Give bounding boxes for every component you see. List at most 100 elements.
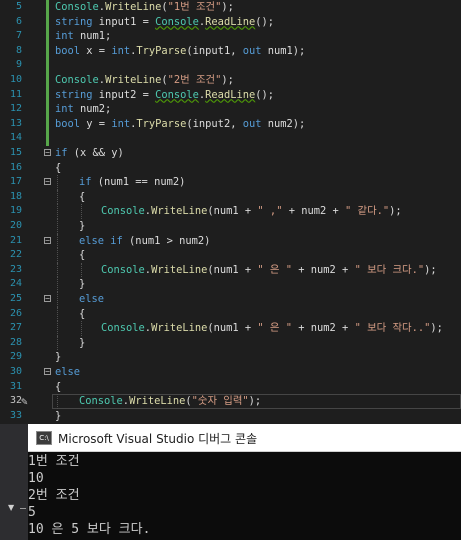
code-text[interactable]: Console.WriteLine("2번 조건");: [55, 73, 234, 88]
code-text[interactable]: Console.WriteLine(num1 + " 은 " + num2 + …: [101, 321, 443, 336]
console-line: 1번 조건: [28, 454, 80, 469]
code-line[interactable]: 12 int num2;: [0, 102, 461, 117]
collapse-icon[interactable]: −: [44, 178, 51, 186]
code-line[interactable]: 11 string input2 = Console.ReadLine();: [0, 87, 461, 103]
code-line[interactable]: 10 Console.WriteLine("2번 조건");: [0, 73, 461, 88]
code-line[interactable]: 28}: [0, 335, 461, 351]
code-text[interactable]: string input2 = Console.ReadLine();: [55, 88, 274, 103]
code-text[interactable]: {: [55, 161, 61, 176]
code-text[interactable]: else if (num1 > num2): [79, 234, 210, 249]
code-text[interactable]: }: [55, 409, 61, 423]
code-text[interactable]: }: [79, 277, 85, 292]
code-line[interactable]: 33}: [0, 409, 461, 423]
code-text[interactable]: int num1;: [55, 29, 111, 44]
indent-guide: [57, 277, 59, 292]
code-text[interactable]: bool x = int.TryParse(input1, out num1);: [55, 44, 305, 59]
edit-pencil-icon[interactable]: ✎: [21, 395, 28, 408]
code-text[interactable]: int num2;: [55, 102, 111, 117]
code-text[interactable]: {: [79, 248, 85, 263]
code-token: bool: [55, 117, 81, 130]
code-text[interactable]: Console.WriteLine(num1 + " ," + num2 + "…: [101, 204, 402, 219]
code-line[interactable]: 27 Console.WriteLine(num1 + " 은 " + num2 …: [0, 321, 461, 336]
code-token: Console: [155, 88, 199, 101]
code-line[interactable]: 7 int num1;: [0, 29, 461, 44]
code-line[interactable]: 24}: [0, 277, 461, 292]
indent-guide: [57, 335, 59, 351]
indent-guide: [81, 262, 83, 278]
collapse-icon[interactable]: −: [44, 236, 51, 244]
code-token: Console: [101, 322, 145, 335]
code-token: {: [79, 190, 86, 203]
code-line[interactable]: 6 string input1 = Console.ReadLine();: [0, 14, 461, 30]
code-editor[interactable]: 5 Console.WriteLine("1번 조건"); 6 string inpu…: [0, 0, 461, 423]
code-token: "숫자 입력": [191, 395, 249, 408]
code-line[interactable]: 14: [0, 131, 461, 146]
code-text[interactable]: Console.WriteLine("숫자 입력");: [79, 394, 261, 409]
code-line[interactable]: 8 bool x = int.TryParse(input1, out num1)…: [0, 43, 461, 59]
code-text[interactable]: }: [79, 219, 85, 234]
code-line[interactable]: 16 {: [0, 161, 461, 176]
code-line[interactable]: 13 bool y = int.TryParse(input2, out num2…: [0, 116, 461, 132]
code-text[interactable]: {: [79, 190, 85, 205]
code-text[interactable]: string input1 = Console.ReadLine();: [55, 15, 274, 30]
collapse-icon[interactable]: −: [44, 149, 51, 157]
code-text[interactable]: Console.WriteLine("1번 조건");: [55, 0, 234, 15]
code-text[interactable]: {: [55, 380, 61, 395]
code-token: num1);: [261, 44, 306, 57]
code-token: " 은 ": [257, 322, 293, 335]
code-token: WriteLine: [151, 263, 208, 276]
collapse-icon[interactable]: −: [44, 368, 51, 376]
code-line[interactable]: 17 − if (num1 == num2): [0, 175, 461, 190]
debug-console-window[interactable]: C:\ Microsoft Visual Studio 디버그 콘솔 1번 조건…: [28, 424, 461, 540]
change-indicator: [46, 116, 49, 132]
code-token: );: [248, 395, 262, 408]
dropdown-caret-icon[interactable]: ▼: [8, 503, 14, 512]
code-token: Console: [55, 1, 99, 13]
code-line[interactable]: 23 Console.WriteLine(num1 + " 은 " + num2 …: [0, 262, 461, 278]
code-line[interactable]: 21 − else if (num1 > num2): [0, 233, 461, 249]
line-number: 33: [9, 409, 22, 421]
indent-guide: [57, 321, 59, 336]
code-token: else: [55, 366, 81, 378]
code-line[interactable]: 30 − else: [0, 365, 461, 380]
code-line[interactable]: 5 Console.WriteLine("1번 조건");: [0, 0, 461, 15]
code-line[interactable]: 18 {: [0, 189, 461, 205]
code-line[interactable]: 26 {: [0, 306, 461, 322]
code-line[interactable]: 32 ✎ Console.WriteLine("숫자 입력");: [0, 394, 461, 409]
code-line[interactable]: 31 {: [0, 380, 461, 395]
code-token: (num1 +: [207, 263, 258, 276]
code-text[interactable]: }: [55, 350, 61, 365]
code-line[interactable]: 20}: [0, 219, 461, 234]
code-token: num1;: [73, 30, 112, 43]
code-text[interactable]: {: [79, 307, 85, 322]
code-token: + num2 +: [292, 322, 355, 335]
code-token: TryParse: [136, 44, 187, 57]
change-indicator: [46, 58, 49, 73]
code-text[interactable]: if (x && y): [55, 146, 124, 161]
code-token: if: [79, 176, 92, 189]
code-line[interactable]: 15 − if (x && y): [0, 146, 461, 161]
code-text[interactable]: }: [79, 336, 85, 351]
collapse-icon[interactable]: −: [44, 295, 51, 303]
console-title-bar[interactable]: C:\ Microsoft Visual Studio 디버그 콘솔: [28, 424, 461, 452]
code-line[interactable]: 9: [0, 58, 461, 73]
code-text[interactable]: else: [79, 292, 104, 307]
code-text[interactable]: Console.WriteLine(num1 + " 은 " + num2 + …: [101, 263, 437, 278]
code-text[interactable]: if (num1 == num2): [79, 175, 185, 190]
line-number: 20: [9, 220, 22, 231]
code-token: {: [55, 380, 62, 393]
code-line[interactable]: 25 − else: [0, 292, 461, 307]
code-token: x =: [80, 44, 112, 57]
code-token: }: [55, 409, 62, 422]
code-text[interactable]: bool y = int.TryParse(input2, out num2);: [55, 117, 305, 132]
code-text[interactable]: else: [55, 365, 80, 380]
code-token: " 보다 크다.": [354, 263, 425, 276]
line-number: 11: [9, 88, 22, 100]
indent-guide: [57, 306, 59, 322]
change-indicator: [46, 87, 49, 103]
code-token: out: [242, 44, 262, 57]
code-line[interactable]: 22 {: [0, 248, 461, 263]
code-line[interactable]: 19 Console.WriteLine(num1 + " ," + num2 +…: [0, 204, 461, 219]
line-number: 17: [9, 176, 22, 188]
code-line[interactable]: 29}: [0, 350, 461, 365]
